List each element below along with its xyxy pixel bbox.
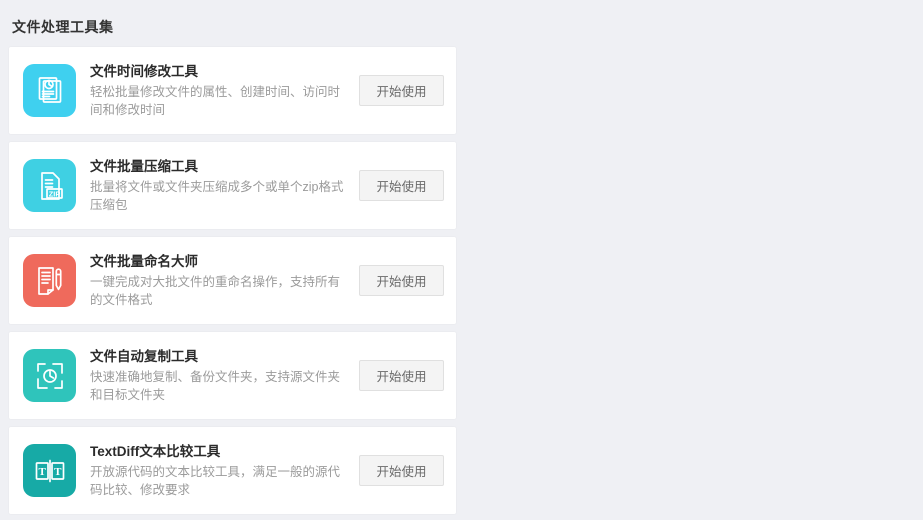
tool-card[interactable]: T T TextDiff文本比较工具开放源代码的文本比较工具，满足一般的源代码比… [9, 427, 456, 514]
start-using-button[interactable]: 开始使用 [359, 455, 444, 486]
file-time-clock-icon [23, 64, 76, 117]
tool-card-description: 开放源代码的文本比较工具，满足一般的源代码比较、修改要求 [90, 465, 341, 497]
tool-card[interactable]: ZIP 文件批量压缩工具批量将文件或文件夹压缩成多个或单个zip格式压缩包 开始使… [9, 142, 456, 229]
tool-card-description: 轻松批量修改文件的属性、创建时间、访问时间和修改时间 [90, 85, 341, 117]
tool-card-title: 文件批量压缩工具 [90, 159, 198, 174]
svg-text:T: T [38, 466, 46, 478]
tool-card-body: 文件批量压缩工具批量将文件或文件夹压缩成多个或单个zip格式压缩包 [90, 157, 359, 214]
start-using-button[interactable]: 开始使用 [359, 75, 444, 106]
tool-card[interactable]: 文件批量命名大师一键完成对大批文件的重命名操作，支持所有的文件格式 开始使用 [9, 237, 456, 324]
start-using-button[interactable]: 开始使用 [359, 265, 444, 296]
tool-card-description: 快速准确地复制、备份文件夹，支持源文件夹和目标文件夹 [90, 370, 341, 402]
page-title: 文件处理工具集 [12, 19, 114, 35]
start-using-button[interactable]: 开始使用 [359, 170, 444, 201]
tool-card-description: 一键完成对大批文件的重命名操作，支持所有的文件格式 [90, 275, 341, 307]
tool-card-body: 文件时间修改工具轻松批量修改文件的属性、创建时间、访问时间和修改时间 [90, 62, 359, 119]
tool-card[interactable]: 文件自动复制工具快速准确地复制、备份文件夹，支持源文件夹和目标文件夹 开始使用 [9, 332, 456, 419]
tool-card[interactable]: 文件时间修改工具轻松批量修改文件的属性、创建时间、访问时间和修改时间 开始使用 [9, 47, 456, 134]
tool-card-body: 文件自动复制工具快速准确地复制、备份文件夹，支持源文件夹和目标文件夹 [90, 347, 359, 404]
start-using-button[interactable]: 开始使用 [359, 360, 444, 391]
tool-card-title: 文件时间修改工具 [90, 64, 198, 79]
rename-pencil-icon [23, 254, 76, 307]
tool-card-description: 批量将文件或文件夹压缩成多个或单个zip格式压缩包 [90, 180, 344, 212]
tool-card-title: 文件自动复制工具 [90, 349, 198, 364]
svg-text:T: T [54, 466, 62, 478]
svg-text:ZIP: ZIP [48, 189, 60, 198]
textdiff-compare-icon: T T [23, 444, 76, 497]
tool-card-grid: 文件时间修改工具 轻松批量修改文件的属性、创建时间、访问时间和修改时间 开始使用 Z… [0, 36, 923, 520]
tool-card-title: 文件批量命名大师 [90, 254, 198, 269]
zip-compress-icon: ZIP [23, 159, 76, 212]
tool-card-title: TextDiff文本比较工具 [90, 444, 221, 459]
tool-card-body: TextDiff文本比较工具开放源代码的文本比较工具，满足一般的源代码比较、修改… [90, 442, 359, 499]
auto-copy-clock-icon [23, 349, 76, 402]
tool-card-body: 文件批量命名大师一键完成对大批文件的重命名操作，支持所有的文件格式 [90, 252, 359, 309]
